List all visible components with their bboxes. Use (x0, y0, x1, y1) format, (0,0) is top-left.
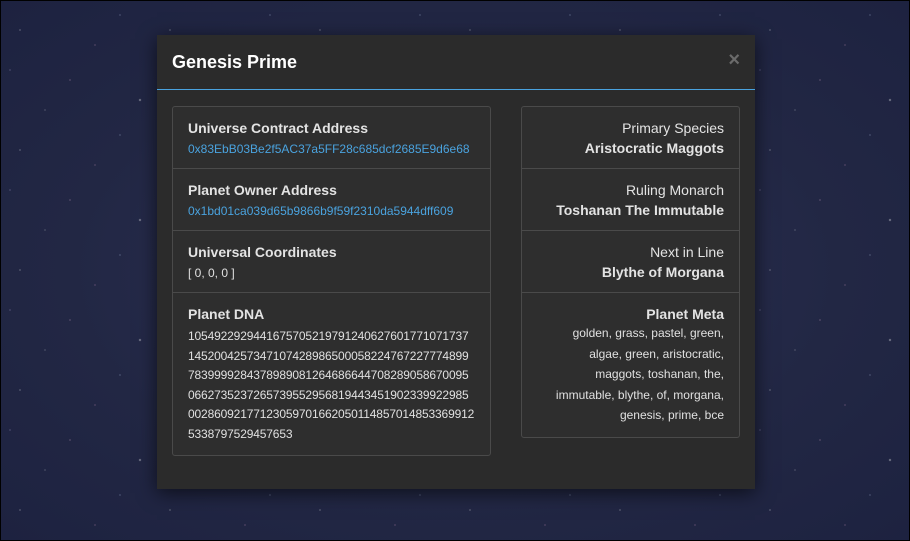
universe-contract-label: Universe Contract Address (188, 120, 368, 136)
planet-modal: Genesis Prime × Universe Contract Addres… (157, 35, 755, 489)
ruling-monarch-label: Ruling Monarch (625, 182, 724, 198)
planet-owner-label: Planet Owner Address (188, 182, 337, 198)
planet-meta-item: Planet Meta golden, grass, pastel, green… (522, 293, 739, 437)
planet-dna-item: Planet DNA 10549229294416757052197912406… (173, 293, 490, 455)
planet-owner-link[interactable]: 0x1bd01ca039d65b9866b9f59f2310da5944dff6… (188, 203, 475, 219)
modal-header: Genesis Prime × (157, 35, 755, 90)
coordinates-item: Universal Coordinates [ 0, 0, 0 ] (173, 231, 490, 293)
primary-species-value: Aristocratic Maggots (584, 140, 724, 156)
primary-species-label: Primary Species (622, 120, 724, 136)
next-in-line-item: Next in Line Blythe of Morgana (522, 231, 739, 293)
modal-title: Genesis Prime (172, 52, 298, 72)
planet-meta-value: golden, grass, pastel, green, algae, gre… (555, 326, 724, 422)
planet-meta-label: Planet Meta (646, 306, 724, 322)
universe-contract-link[interactable]: 0x83EbB03Be2f5AC37a5FF28c685dcf2685E9d6e… (188, 141, 475, 157)
planet-info-panel: Universe Contract Address 0x83EbB03Be2f5… (172, 106, 491, 456)
ruling-monarch-value: Toshanan The Immutable (556, 202, 724, 218)
close-icon[interactable]: × (728, 49, 740, 71)
planet-owner-item: Planet Owner Address 0x1bd01ca039d65b986… (173, 169, 490, 231)
universe-contract-item: Universe Contract Address 0x83EbB03Be2f5… (173, 107, 490, 169)
ruling-monarch-item: Ruling Monarch Toshanan The Immutable (522, 169, 739, 231)
primary-species-item: Primary Species Aristocratic Maggots (522, 107, 739, 169)
coordinates-value: [ 0, 0, 0 ] (188, 266, 235, 280)
next-in-line-label: Next in Line (650, 244, 724, 260)
coordinates-label: Universal Coordinates (188, 244, 337, 260)
planet-dna-value: 1054922929441675705219791240627601771071… (188, 329, 475, 441)
planet-society-panel: Primary Species Aristocratic Maggots Rul… (521, 106, 740, 438)
next-in-line-value: Blythe of Morgana (601, 264, 724, 280)
planet-dna-label: Planet DNA (188, 306, 265, 322)
